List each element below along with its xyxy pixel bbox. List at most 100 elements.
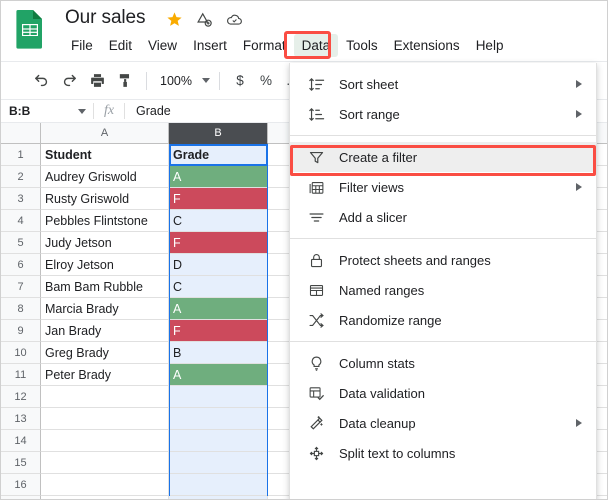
menu-view[interactable]: View: [140, 34, 185, 57]
fx-icon: fx: [103, 103, 115, 118]
row-header[interactable]: 12: [1, 386, 41, 408]
data-validation-icon: [306, 383, 326, 403]
row-header[interactable]: 13: [1, 408, 41, 430]
menu-item-named-ranges[interactable]: Named ranges: [290, 275, 596, 305]
menu-format[interactable]: Format: [235, 34, 294, 57]
select-all-corner[interactable]: [1, 123, 41, 144]
row-header[interactable]: 3: [1, 188, 41, 210]
menu-item-data-cleanup[interactable]: Data cleanup: [290, 408, 596, 438]
menu-item-sort-sheet[interactable]: Sort sheet: [290, 69, 596, 99]
cell-b7[interactable]: C: [169, 276, 268, 298]
cell-a4[interactable]: Pebbles Flintstone: [41, 210, 169, 232]
row-header[interactable]: 11: [1, 364, 41, 386]
cell-b10[interactable]: B: [169, 342, 268, 364]
cell-a2[interactable]: Audrey Griswold: [41, 166, 169, 188]
cloud-saved-icon[interactable]: [226, 11, 243, 28]
name-box[interactable]: B:B: [1, 99, 93, 123]
print-icon[interactable]: [83, 67, 111, 95]
cell-b3[interactable]: F: [169, 188, 268, 210]
cell-a1[interactable]: Student: [41, 144, 169, 166]
cell-a3[interactable]: Rusty Griswold: [41, 188, 169, 210]
move-to-folder-icon[interactable]: [196, 11, 213, 28]
menu-item-column-stats[interactable]: Column stats: [290, 348, 596, 378]
cell-a5[interactable]: Judy Jetson: [41, 232, 169, 254]
cell-a13[interactable]: [41, 408, 169, 430]
zoom-selector[interactable]: 100%: [154, 69, 212, 93]
lightbulb-icon: [306, 353, 326, 373]
menu-item-randomize-range[interactable]: Randomize range: [290, 305, 596, 335]
row-header[interactable]: 16: [1, 474, 41, 496]
slicer-icon: [306, 207, 326, 227]
cell-a6[interactable]: Elroy Jetson: [41, 254, 169, 276]
cell-a11[interactable]: Peter Brady: [41, 364, 169, 386]
cell-a9[interactable]: Jan Brady: [41, 320, 169, 342]
cell-a15[interactable]: [41, 452, 169, 474]
formula-input[interactable]: Grade: [125, 104, 171, 118]
undo-icon[interactable]: [27, 67, 55, 95]
document-title[interactable]: Our sales: [65, 7, 146, 29]
row-header[interactable]: 9: [1, 320, 41, 342]
cell-b9[interactable]: F: [169, 320, 268, 342]
column-header-a[interactable]: A: [41, 123, 169, 144]
currency-format-button[interactable]: $: [227, 73, 253, 88]
paint-format-icon[interactable]: [111, 67, 139, 95]
menu-data[interactable]: Data: [293, 34, 339, 57]
cell-b11[interactable]: A: [169, 364, 268, 386]
menu-item-create-a-filter[interactable]: Create a filter: [290, 142, 596, 172]
cell-b13[interactable]: [169, 408, 268, 430]
submenu-arrow-icon: [576, 110, 582, 118]
cell-a16[interactable]: [41, 474, 169, 496]
cell-a7[interactable]: Bam Bam Rubble: [41, 276, 169, 298]
row-header[interactable]: 15: [1, 452, 41, 474]
row-header[interactable]: 6: [1, 254, 41, 276]
row-header[interactable]: 1: [1, 144, 41, 166]
cell-b6[interactable]: D: [169, 254, 268, 276]
cell-b5[interactable]: F: [169, 232, 268, 254]
data-menu-items-host: Sort sheet Sort range Create a filter Filte…: [290, 69, 596, 468]
cell-b1[interactable]: Grade: [169, 144, 268, 166]
row-header[interactable]: 10: [1, 342, 41, 364]
cell-a14[interactable]: [41, 430, 169, 452]
menu-item-add-a-slicer[interactable]: Add a slicer: [290, 202, 596, 232]
menu-item-filter-views[interactable]: Filter views: [290, 172, 596, 202]
column-header-b[interactable]: B: [169, 123, 268, 144]
menu-tools[interactable]: Tools: [338, 34, 386, 57]
submenu-arrow-icon: [576, 80, 582, 88]
menu-edit[interactable]: Edit: [101, 34, 140, 57]
row-header[interactable]: 2: [1, 166, 41, 188]
row-header[interactable]: 4: [1, 210, 41, 232]
row-header[interactable]: 17: [1, 496, 41, 499]
menu-item-split-text-to-columns[interactable]: Split text to columns: [290, 438, 596, 468]
row-header[interactable]: 8: [1, 298, 41, 320]
cell-b8[interactable]: A: [169, 298, 268, 320]
menu-item-protect-sheets-and-ranges[interactable]: Protect sheets and ranges: [290, 245, 596, 275]
row-header[interactable]: 5: [1, 232, 41, 254]
percent-format-button[interactable]: %: [253, 73, 279, 88]
sort-sheet-icon: [306, 74, 326, 94]
row-header[interactable]: 14: [1, 430, 41, 452]
cell-b16[interactable]: [169, 474, 268, 496]
cell-b12[interactable]: [169, 386, 268, 408]
cell-a12[interactable]: [41, 386, 169, 408]
cell-b4[interactable]: C: [169, 210, 268, 232]
google-sheets-window: Our sales File Edit View Insert Format D…: [0, 0, 608, 500]
menu-help[interactable]: Help: [468, 34, 512, 57]
cell-b15[interactable]: [169, 452, 268, 474]
menu-item-label: Data validation: [339, 385, 425, 401]
menu-extensions[interactable]: Extensions: [386, 34, 468, 57]
cell-a10[interactable]: Greg Brady: [41, 342, 169, 364]
cell-b17[interactable]: [169, 496, 268, 499]
cell-a17[interactable]: [41, 496, 169, 499]
star-icon[interactable]: [166, 11, 183, 28]
menu-item-sort-range[interactable]: Sort range: [290, 99, 596, 129]
menu-item-data-validation[interactable]: Data validation: [290, 378, 596, 408]
cell-a8[interactable]: Marcia Brady: [41, 298, 169, 320]
menu-insert[interactable]: Insert: [185, 34, 235, 57]
menu-item-label: Named ranges: [339, 282, 425, 298]
cell-b14[interactable]: [169, 430, 268, 452]
cell-b2[interactable]: A: [169, 166, 268, 188]
menu-item-label: Sort range: [339, 106, 400, 122]
row-header[interactable]: 7: [1, 276, 41, 298]
redo-icon[interactable]: [55, 67, 83, 95]
menu-file[interactable]: File: [63, 34, 101, 57]
